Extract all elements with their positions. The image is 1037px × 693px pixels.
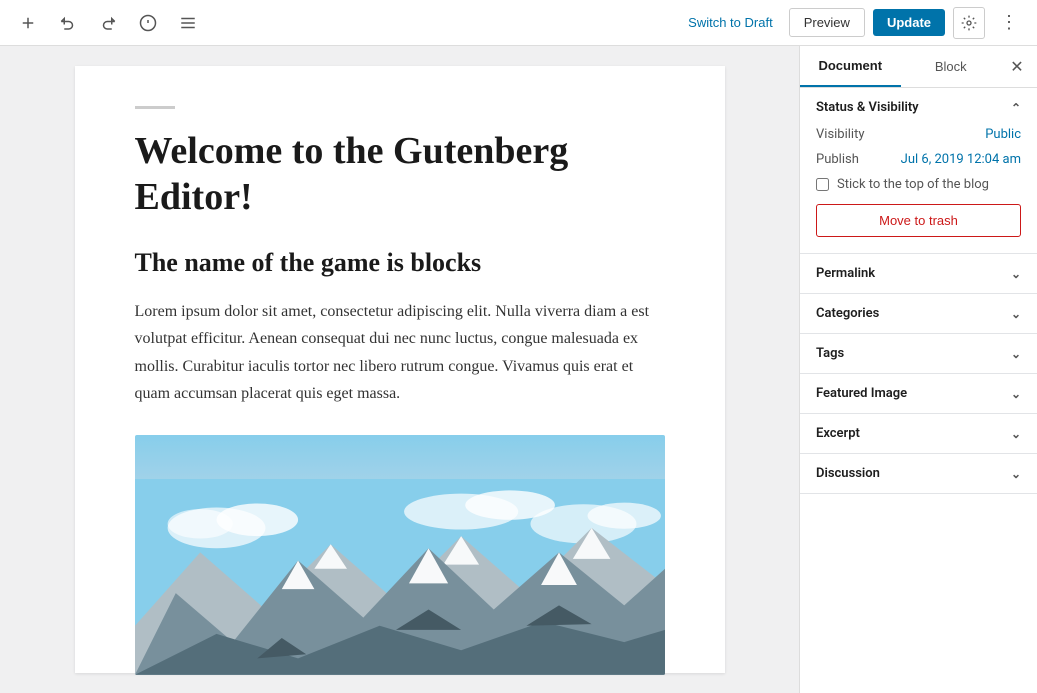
- section-status-visibility: Status & Visibility ⌃ Visibility Public …: [800, 88, 1037, 254]
- preview-button[interactable]: Preview: [789, 8, 865, 37]
- section-featured-image-header[interactable]: Featured Image ⌄: [800, 374, 1037, 413]
- chevron-down-icon: ⌄: [1011, 267, 1021, 281]
- section-excerpt-label: Excerpt: [816, 426, 860, 441]
- chevron-down-icon: ⌄: [1011, 387, 1021, 401]
- section-excerpt-header[interactable]: Excerpt ⌄: [800, 414, 1037, 453]
- post-body[interactable]: Lorem ipsum dolor sit amet, consectetur …: [135, 298, 665, 407]
- toolbar-left: [12, 7, 204, 39]
- switch-to-draft-button[interactable]: Switch to Draft: [680, 11, 781, 34]
- editor-area: Welcome to the Gutenberg Editor! The nam…: [0, 46, 799, 693]
- visibility-value[interactable]: Public: [985, 127, 1021, 142]
- sidebar: Document Block ✕ Status & Visibility ⌃ V…: [799, 46, 1037, 693]
- editor-content: Welcome to the Gutenberg Editor! The nam…: [75, 66, 725, 673]
- stick-to-top-label: Stick to the top of the blog: [837, 177, 989, 192]
- section-discussion: Discussion ⌄: [800, 454, 1037, 494]
- section-tags-header[interactable]: Tags ⌄: [800, 334, 1037, 373]
- section-excerpt: Excerpt ⌄: [800, 414, 1037, 454]
- section-featured-image: Featured Image ⌄: [800, 374, 1037, 414]
- post-heading[interactable]: The name of the game is blocks: [135, 248, 665, 278]
- section-tags-label: Tags: [816, 346, 844, 361]
- section-status-visibility-header[interactable]: Status & Visibility ⌃: [800, 88, 1037, 127]
- visibility-label: Visibility: [816, 127, 865, 142]
- stick-to-top-row: Stick to the top of the blog: [816, 177, 1021, 192]
- update-button[interactable]: Update: [873, 9, 945, 36]
- section-featured-image-label: Featured Image: [816, 386, 907, 401]
- publish-label: Publish: [816, 152, 859, 167]
- section-permalink-label: Permalink: [816, 266, 875, 281]
- post-image: [135, 435, 665, 675]
- chevron-down-icon: ⌄: [1011, 307, 1021, 321]
- status-visibility-content: Visibility Public Publish Jul 6, 2019 12…: [800, 127, 1037, 253]
- add-block-button[interactable]: [12, 7, 44, 39]
- mountain-illustration: [135, 479, 665, 675]
- section-tags: Tags ⌄: [800, 334, 1037, 374]
- visibility-row: Visibility Public: [816, 127, 1021, 142]
- tab-block[interactable]: Block: [901, 47, 1002, 86]
- move-to-trash-button[interactable]: Move to trash: [816, 204, 1021, 237]
- section-discussion-header[interactable]: Discussion ⌄: [800, 454, 1037, 493]
- sidebar-close-button[interactable]: ✕: [1001, 51, 1033, 83]
- more-options-button[interactable]: ⋮: [993, 7, 1025, 39]
- chevron-down-icon: ⌄: [1011, 467, 1021, 481]
- section-permalink: Permalink ⌄: [800, 254, 1037, 294]
- section-categories-header[interactable]: Categories ⌄: [800, 294, 1037, 333]
- section-categories: Categories ⌄: [800, 294, 1037, 334]
- post-title[interactable]: Welcome to the Gutenberg Editor!: [135, 129, 665, 220]
- section-permalink-header[interactable]: Permalink ⌄: [800, 254, 1037, 293]
- publish-row: Publish Jul 6, 2019 12:04 am: [816, 152, 1021, 167]
- title-divider: [135, 106, 175, 109]
- stick-to-top-checkbox[interactable]: [816, 178, 829, 191]
- chevron-down-icon: ⌄: [1011, 427, 1021, 441]
- sidebar-tabs: Document Block ✕: [800, 46, 1037, 88]
- undo-button[interactable]: [52, 7, 84, 39]
- section-discussion-label: Discussion: [816, 466, 880, 481]
- main-layout: Welcome to the Gutenberg Editor! The nam…: [0, 46, 1037, 693]
- list-view-button[interactable]: [172, 7, 204, 39]
- info-button[interactable]: [132, 7, 164, 39]
- publish-value[interactable]: Jul 6, 2019 12:04 am: [901, 152, 1021, 167]
- toolbar: Switch to Draft Preview Update ⋮: [0, 0, 1037, 46]
- tab-document[interactable]: Document: [800, 46, 901, 87]
- section-categories-label: Categories: [816, 306, 879, 321]
- chevron-down-icon: ⌄: [1011, 347, 1021, 361]
- chevron-up-icon: ⌃: [1011, 101, 1021, 115]
- redo-button[interactable]: [92, 7, 124, 39]
- toolbar-right: Switch to Draft Preview Update ⋮: [680, 7, 1025, 39]
- section-status-visibility-label: Status & Visibility: [816, 100, 919, 115]
- settings-button[interactable]: [953, 7, 985, 39]
